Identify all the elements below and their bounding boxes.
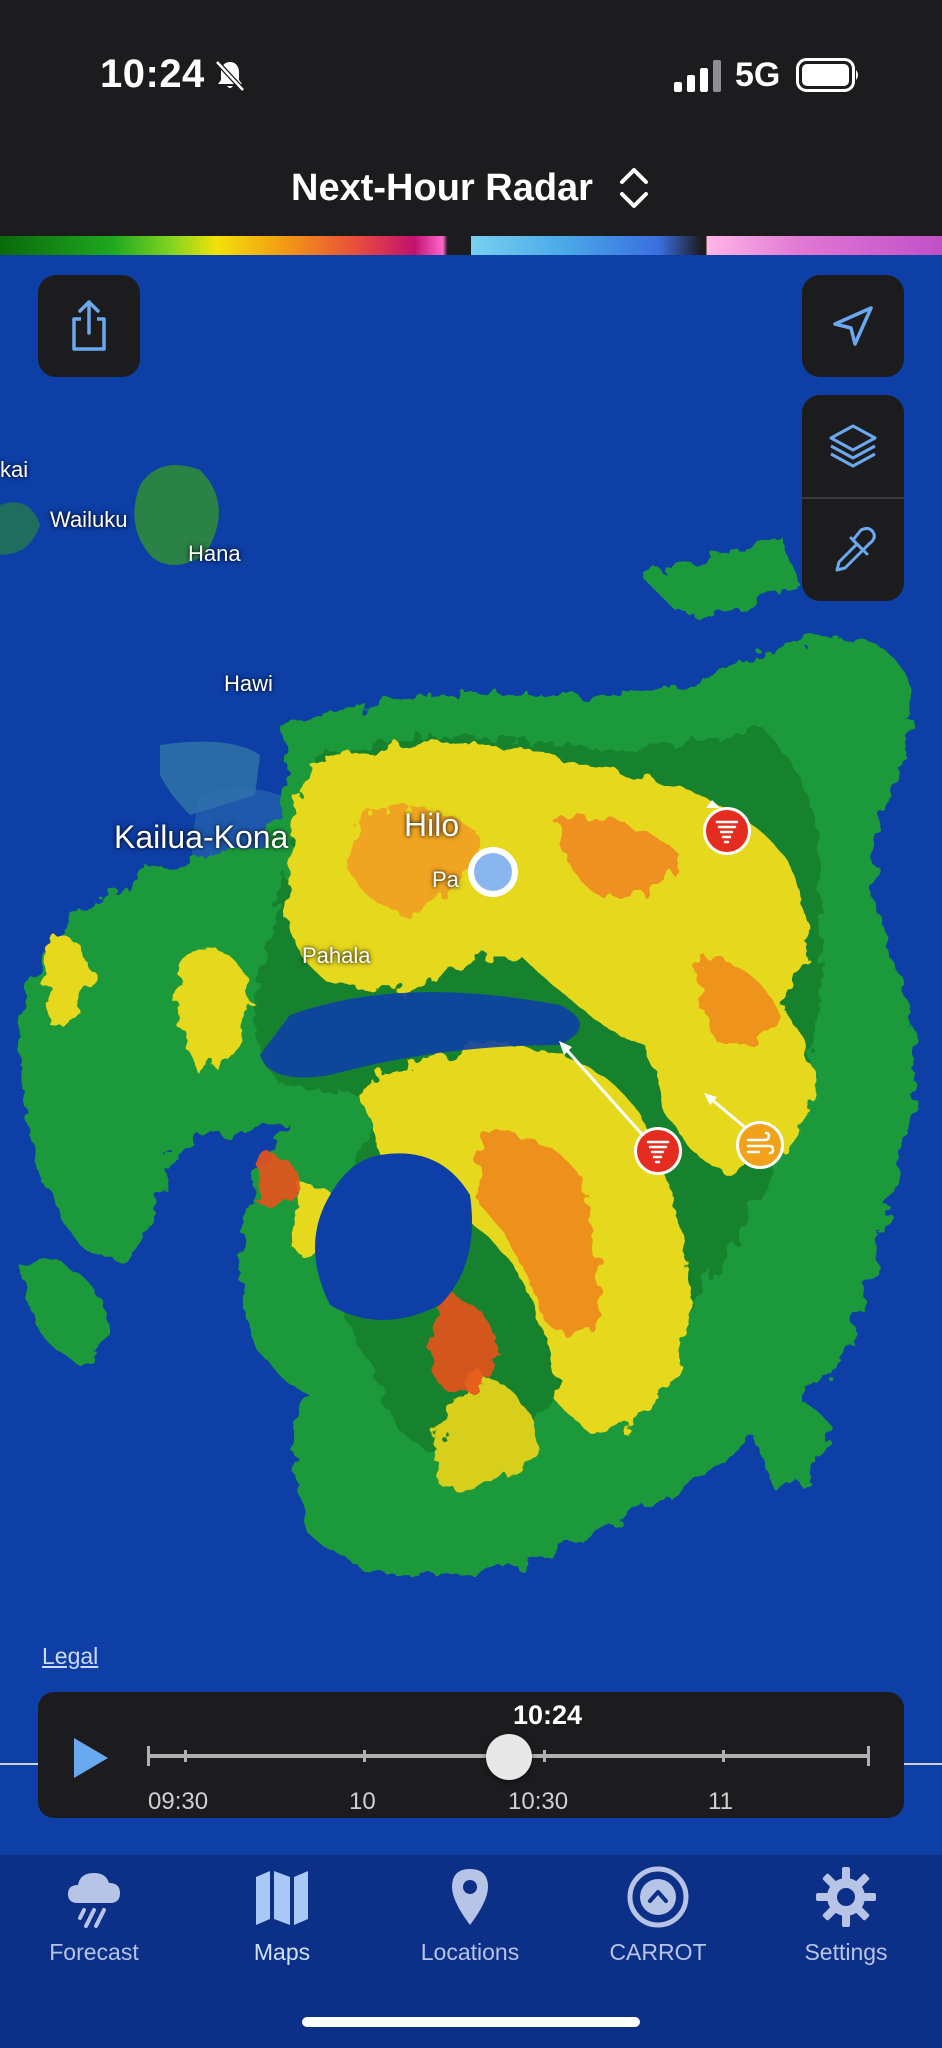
city-label: Hawi [224, 671, 273, 696]
tab-maps[interactable]: Maps [188, 1865, 376, 1985]
city-label: Hana [188, 541, 241, 566]
timeline-thumb[interactable] [486, 1734, 532, 1780]
tick-label: 09:30 [148, 1788, 209, 1815]
share-button[interactable] [38, 275, 140, 377]
layers-icon [829, 424, 877, 468]
locate-button[interactable] [802, 275, 904, 377]
status-time: 10:24 [100, 52, 205, 96]
tornado-marker-icon[interactable] [703, 807, 751, 855]
timeline-edge [904, 1763, 942, 1765]
city-label: Pa [432, 867, 459, 892]
timeline-scrubber[interactable]: 10:24 09:30 10 10:30 11 [38, 1692, 904, 1818]
legal-link[interactable]: Legal [42, 1643, 98, 1670]
tab-label: Maps [253, 1939, 311, 1965]
tick [363, 1750, 366, 1762]
home-indicator[interactable] [302, 2017, 640, 2027]
tick-label: 11 [708, 1788, 733, 1815]
radar-type-title[interactable]: Next-Hour Radar [291, 167, 593, 210]
location-pin-icon [452, 1869, 488, 1925]
user-location-dot [468, 847, 518, 897]
tab-label: Settings [804, 1939, 888, 1965]
tab-label: CARROT [609, 1939, 707, 1965]
city-label: Wailuku [50, 507, 128, 532]
chevron-updown-icon[interactable] [617, 166, 651, 210]
bell-slash-icon [215, 60, 245, 92]
status-bar: 10:24 5G [0, 0, 942, 140]
tab-settings[interactable]: Settings [752, 1865, 940, 1985]
layers-button[interactable] [802, 395, 904, 497]
city-label: kai [0, 457, 29, 482]
tick-label: 10 [349, 1788, 376, 1815]
tick-label: 10:30 [508, 1788, 569, 1815]
play-icon[interactable] [70, 1736, 110, 1780]
network-label: 5G [735, 56, 781, 94]
city-label: Kailua-Kona [114, 819, 289, 855]
radar-layer [0, 465, 915, 1577]
tick [722, 1750, 725, 1762]
header: Next-Hour Radar [0, 140, 942, 236]
timeline-edge [0, 1763, 38, 1765]
carrot-icon [627, 1866, 689, 1928]
city-label: Hilo [404, 807, 460, 843]
eyedropper-icon [835, 526, 876, 572]
tab-forecast[interactable]: Forecast [0, 1865, 188, 1985]
precipitation-legend [0, 236, 942, 255]
tab-carrot[interactable]: CARROT [564, 1865, 752, 1985]
signal-icon [674, 60, 721, 92]
tornado-marker-icon[interactable] [634, 1127, 682, 1175]
tab-label: Locations [420, 1939, 520, 1965]
map-tools-group [802, 395, 904, 601]
timeline-current-time: 10:24 [513, 1700, 583, 1730]
tick [543, 1750, 546, 1762]
tick [184, 1750, 187, 1762]
tick [147, 1746, 150, 1766]
map-icon [256, 1871, 308, 1925]
radar-map[interactable]: kai Wailuku Hana Hawi Kailua-Kona Hilo P… [0, 255, 942, 1855]
wind-marker-icon[interactable] [736, 1121, 784, 1169]
location-arrow-icon [833, 306, 873, 346]
tab-label: Forecast [49, 1939, 139, 1965]
battery-icon [796, 58, 858, 92]
eyedropper-button[interactable] [802, 499, 904, 601]
tick [867, 1746, 870, 1766]
tab-locations[interactable]: Locations [376, 1865, 564, 1985]
gear-icon [816, 1867, 876, 1927]
cloud-rain-icon [68, 1873, 120, 1928]
city-label: Pahala [302, 943, 371, 968]
share-icon [72, 300, 106, 351]
